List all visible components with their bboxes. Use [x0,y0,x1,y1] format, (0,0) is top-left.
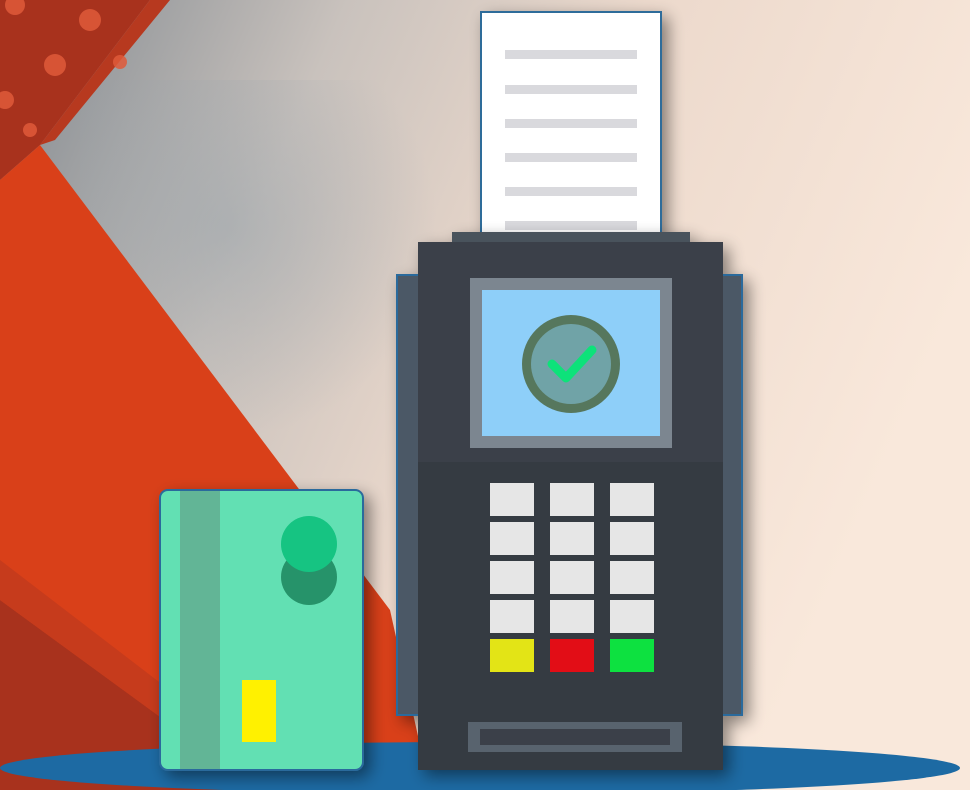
key-yellow [490,639,534,672]
payment-illustration [0,0,970,790]
payment-terminal-scene [0,11,960,790]
payment-terminal-icon [396,232,743,770]
credit-card-icon [159,489,364,771]
receipt-icon [480,11,662,261]
key-red [550,639,594,672]
check-mark-icon [522,315,620,413]
card-chip [242,680,276,742]
key-green [610,639,654,672]
